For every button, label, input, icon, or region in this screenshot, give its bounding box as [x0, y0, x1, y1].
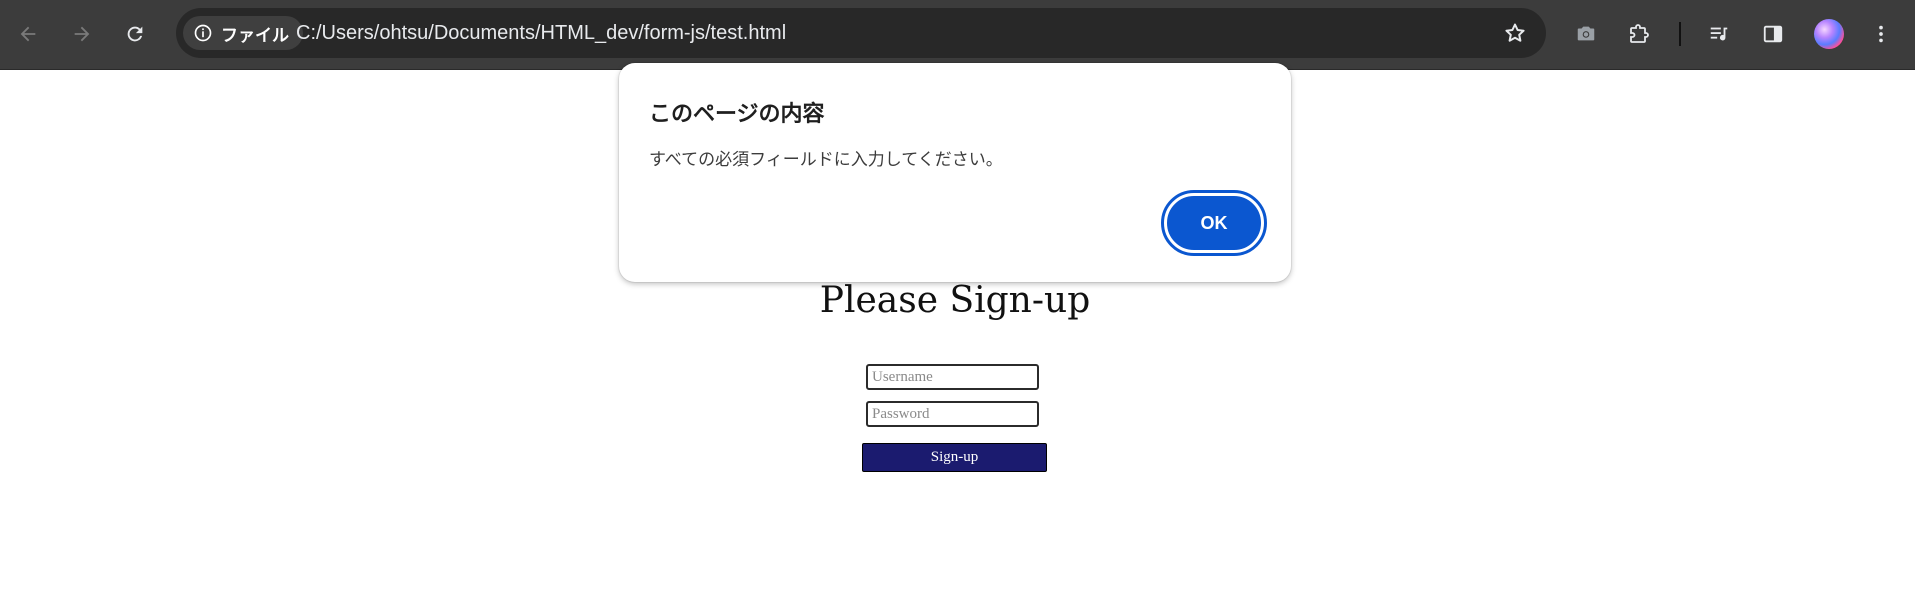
forward-button[interactable]	[62, 14, 102, 54]
username-input[interactable]	[866, 364, 1039, 390]
media-controls-button[interactable]	[1699, 14, 1739, 54]
media-icon	[1710, 27, 1728, 41]
extensions-button[interactable]	[1620, 14, 1660, 54]
side-panel-icon	[1763, 25, 1783, 43]
page-title: Please Sign-up	[819, 280, 1091, 321]
dialog-message: すべての必須フィールドに入力してください。	[649, 150, 1003, 170]
security-chip-label: ファイル	[221, 25, 289, 45]
browser-toolbar: ファイル C:/Users/ohtsu/Documents/HTML_dev/f…	[0, 0, 1915, 70]
more-icon	[1879, 25, 1883, 43]
toolbar-divider	[1679, 22, 1681, 46]
more-menu-button[interactable]	[1861, 14, 1901, 54]
url-text[interactable]: C:/Users/ohtsu/Documents/HTML_dev/form-j…	[296, 8, 786, 58]
star-icon	[1505, 23, 1525, 42]
reload-icon	[127, 26, 143, 42]
avatar[interactable]	[1814, 19, 1844, 49]
info-icon	[194, 24, 212, 42]
alert-dialog: このページの内容 すべての必須フィールドに入力してください。 OK	[619, 63, 1291, 282]
side-panel-button[interactable]	[1753, 14, 1793, 54]
back-button[interactable]	[8, 14, 48, 54]
extensions-icon	[1630, 24, 1649, 43]
ok-button[interactable]: OK	[1161, 190, 1267, 256]
reload-button[interactable]	[115, 14, 155, 54]
camera-icon	[1577, 26, 1595, 41]
back-icon	[20, 26, 36, 42]
bookmark-button[interactable]	[1500, 18, 1530, 48]
site-info-chip[interactable]: ファイル	[183, 16, 303, 50]
screenshot-button[interactable]	[1566, 14, 1606, 54]
password-input[interactable]	[866, 401, 1039, 427]
dialog-title: このページの内容	[649, 102, 825, 127]
forward-icon	[74, 26, 90, 42]
signup-button[interactable]: Sign-up	[862, 443, 1047, 472]
address-bar[interactable]: ファイル C:/Users/ohtsu/Documents/HTML_dev/f…	[176, 8, 1546, 58]
